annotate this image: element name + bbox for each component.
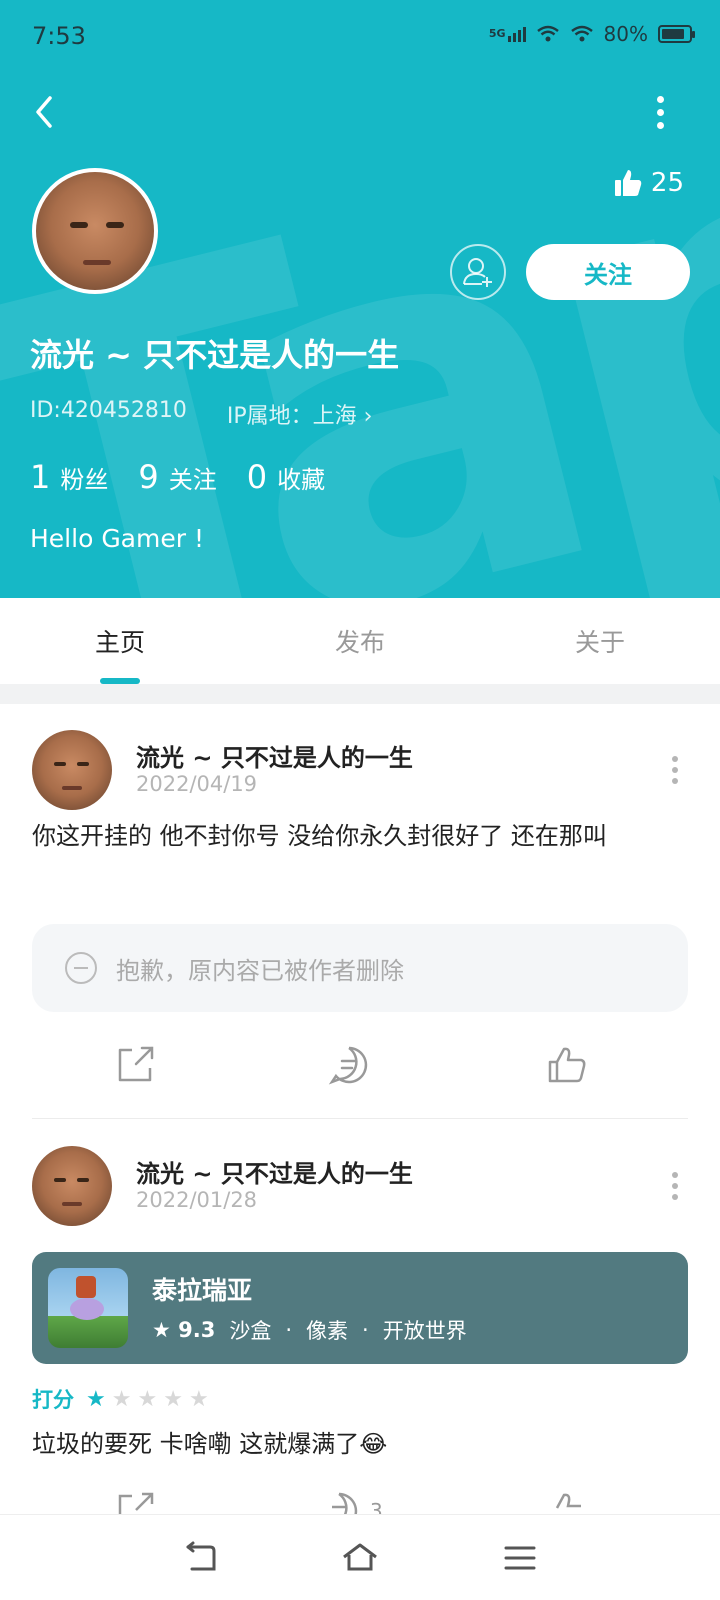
more-options-button[interactable] — [654, 96, 666, 129]
stat-following[interactable]: 9 关注 — [138, 458, 216, 496]
thumbs-up-icon — [555, 1493, 581, 1509]
post-date: 2022/04/19 — [136, 772, 258, 796]
menu-icon — [504, 1546, 536, 1569]
follow-button[interactable]: 关注 — [526, 244, 690, 300]
profile-meta: ID:420452810 IP属地：上海 › — [30, 398, 372, 430]
post-author[interactable]: 流光 ~ 只不过是人的一生 — [136, 738, 413, 773]
like-button[interactable] — [546, 1044, 588, 1086]
more-vertical-icon — [672, 756, 678, 762]
share-button[interactable] — [114, 1490, 156, 1514]
post-more-button[interactable] — [672, 1172, 680, 1205]
post-divider — [32, 1118, 688, 1119]
profile-bio: Hello Gamer ! — [30, 524, 204, 553]
nav-home-button[interactable] — [335, 1538, 385, 1578]
star-icon: ★ — [152, 1318, 171, 1342]
comment-icon — [328, 1046, 368, 1085]
post-actions — [32, 1044, 688, 1094]
profile-header: TapTap 7:53 5G 80% 25 关注 流光 ~ 只不过是人的一生 I… — [0, 0, 720, 598]
star-icon: ★ — [163, 1386, 183, 1412]
comment-button[interactable] — [328, 1044, 370, 1086]
avatar[interactable] — [32, 168, 158, 294]
share-icon — [118, 1492, 154, 1514]
game-icon — [48, 1268, 128, 1348]
post-more-button[interactable] — [672, 756, 680, 789]
star-icon: ★ — [86, 1386, 106, 1412]
add-user-icon — [463, 258, 492, 287]
add-friend-button[interactable] — [450, 244, 506, 300]
game-score: 9.3 — [178, 1318, 216, 1342]
rating-label: 打分 — [32, 1388, 74, 1412]
post-avatar[interactable] — [32, 1146, 112, 1226]
back-arrow-icon — [186, 1541, 216, 1570]
status-icons: 5G 80% — [488, 22, 695, 46]
signal-icon: 5G — [488, 26, 526, 42]
chevron-left-icon — [36, 96, 52, 128]
section-divider — [0, 684, 720, 704]
ip-location[interactable]: IP属地：上海 › — [227, 398, 373, 430]
game-card[interactable]: 泰拉瑞亚 ★ 9.3 沙盒 · 像素 · 开放世界 — [32, 1252, 688, 1364]
tag-separator: · — [285, 1318, 293, 1342]
like-button[interactable] — [546, 1490, 588, 1514]
wifi-icon — [536, 25, 559, 42]
post-avatar[interactable] — [32, 730, 112, 810]
battery-level: 80% — [603, 22, 648, 46]
network-label: 5G — [488, 26, 506, 40]
thumbs-up-icon — [614, 170, 642, 196]
nav-menu-button[interactable] — [495, 1538, 545, 1578]
tab-about[interactable]: 关于 — [480, 598, 720, 684]
wifi-icon — [570, 25, 593, 42]
game-info: 泰拉瑞亚 ★ 9.3 沙盒 · 像素 · 开放世界 — [152, 1271, 467, 1345]
profile-stats: 1 粉丝 9 关注 0 收藏 — [30, 458, 325, 496]
stat-favorites[interactable]: 0 收藏 — [247, 458, 325, 496]
more-vertical-icon — [656, 96, 664, 103]
share-button[interactable] — [114, 1044, 156, 1086]
star-icon: ★ — [111, 1386, 132, 1412]
profile-tabs: 主页 发布 关于 — [0, 598, 720, 684]
post-card: 流光 ~ 只不过是人的一生 2022/01/28 泰拉瑞亚 ★ 9.3 沙盒 ·… — [32, 1120, 688, 1520]
game-tag: 沙盒 — [229, 1319, 272, 1343]
system-navigation-bar — [0, 1514, 720, 1600]
user-id: ID:420452810 — [30, 398, 187, 423]
deleted-notice-text: 抱歉，原内容已被作者删除 — [116, 956, 404, 985]
star-icon: ★ — [137, 1386, 158, 1412]
game-tag: 像素 — [306, 1319, 349, 1343]
minus-circle-icon — [65, 952, 97, 984]
more-vertical-icon — [672, 1172, 678, 1178]
post-date: 2022/01/28 — [136, 1188, 258, 1212]
share-icon — [118, 1046, 154, 1082]
tag-separator: · — [362, 1318, 369, 1342]
deleted-content-notice: 抱歉，原内容已被作者删除 — [32, 924, 688, 1012]
tab-home[interactable]: 主页 — [0, 598, 240, 684]
likes-count: 25 — [650, 168, 684, 198]
rating-line: 打分 ★ ★ ★ ★ ★ — [32, 1384, 209, 1414]
post-author[interactable]: 流光 ~ 只不过是人的一生 — [136, 1154, 413, 1189]
tab-posts[interactable]: 发布 — [240, 598, 480, 684]
status-time: 7:53 — [32, 22, 86, 50]
game-meta: ★ 9.3 沙盒 · 像素 · 开放世界 — [152, 1315, 467, 1345]
post-actions: 3 — [32, 1490, 688, 1514]
back-button[interactable] — [30, 92, 60, 132]
battery-icon — [658, 25, 695, 43]
game-title: 泰拉瑞亚 — [152, 1276, 253, 1305]
comment-count: 3 — [370, 1499, 383, 1514]
post-text: 垃圾的要死 卡啥嘞 这就爆满了😂 — [32, 1430, 388, 1458]
comment-button[interactable]: 3 — [318, 1490, 383, 1514]
game-tag: 开放世界 — [382, 1319, 467, 1343]
thumbs-up-icon — [548, 1047, 586, 1083]
status-bar: 7:53 5G 80% — [0, 0, 720, 70]
home-icon — [343, 1543, 377, 1570]
nav-back-button[interactable] — [175, 1538, 225, 1578]
stat-fans[interactable]: 1 粉丝 — [30, 458, 108, 496]
likes-counter[interactable]: 25 — [613, 168, 684, 198]
post-card: 流光 ~ 只不过是人的一生 2022/04/19 你这开挂的 他不封你号 没给你… — [32, 704, 688, 1124]
profile-name: 流光 ~ 只不过是人的一生 — [30, 336, 400, 374]
star-icon: ★ — [188, 1386, 209, 1412]
post-text: 你这开挂的 他不封你号 没给你永久封很好了 还在那叫 — [32, 822, 607, 850]
comment-icon — [332, 1492, 358, 1514]
